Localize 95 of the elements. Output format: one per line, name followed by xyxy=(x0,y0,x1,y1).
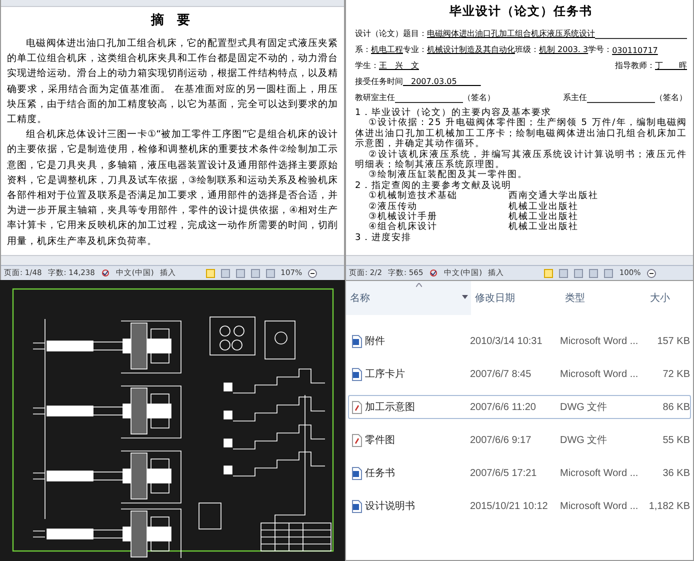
file-size: 72 KB xyxy=(662,368,690,380)
field-label: （签名） xyxy=(655,92,687,103)
abstract-paragraph: 电磁阀体进出油口孔加工组合机床，它的配置型式具有固定式液压夹紧的单工位组合机床，这类组合机床夹具和工作台都是固定不动的，动力滑台实现进给运动。滑台上的动力箱实现切削运动，根据工件结构特点，以及精确要求，采用结合面为定值基准面。 在基准面对应的另一圆柱面上，用压块压紧，由于结合面的加工精度较高，以它为基面，完全可以达到要求的加工精度。 xyxy=(7,37,338,128)
view-mode-icon[interactable] xyxy=(574,268,584,278)
proofing-icon[interactable] xyxy=(100,269,110,277)
modified-date: 2007/6/6 11:20 xyxy=(470,402,537,412)
column-header[interactable]: 名称 xyxy=(346,281,471,315)
file-type: Microsoft Word ... xyxy=(560,336,640,346)
field-label: 指导教师： xyxy=(615,60,655,71)
sort-icon xyxy=(416,283,422,287)
reference-publisher: 机械工业出版社 xyxy=(508,212,580,222)
column-header[interactable]: 类型 xyxy=(561,281,646,315)
file-row[interactable]: 附件 2010/3/14 10:31 Microsoft Word ... 157 KB xyxy=(348,329,691,353)
requirement-text: ②设计该机床液压系统，并编写其液压系统设计计算说明书；液压元件明细表；绘制其液压系统原理图。 xyxy=(355,150,687,170)
file-type: Microsoft Word ... xyxy=(560,468,640,478)
section-heading: 3．进度安排 xyxy=(355,232,413,244)
file-row[interactable]: 工序卡片 2007/6/7 8:45 Microsoft Word ... 72 KB xyxy=(348,362,691,386)
view-mode-icon[interactable] xyxy=(206,268,215,278)
reference-title: ②液压传动 xyxy=(368,202,418,212)
reference-publisher: 机械工业出版社 xyxy=(508,202,580,212)
file-name: 加工示意图 xyxy=(365,400,415,414)
proofing-icon[interactable] xyxy=(429,269,438,277)
file-size: 157 KB xyxy=(656,336,690,346)
field-value: 机电工程 xyxy=(371,44,403,55)
view-mode-icon[interactable] xyxy=(559,268,568,278)
file-name: 任务书 xyxy=(365,466,395,480)
field-label: 学号： xyxy=(588,44,612,55)
reference-title: ③机械设计手册 xyxy=(368,212,439,222)
field-value: 2007.03.05 xyxy=(410,76,458,87)
document-icon xyxy=(352,466,362,480)
dropdown-icon[interactable] xyxy=(462,295,468,299)
field-label: 设计（论文）题目： xyxy=(355,28,427,39)
task-title: 毕业设计（论文）任务书 xyxy=(448,3,594,20)
document-icon xyxy=(352,368,362,380)
view-mode-icon[interactable] xyxy=(220,268,230,278)
file-row[interactable]: 设计说明书 2015/10/21 10:12 Microsoft Word ... 1,182 KB xyxy=(348,494,691,518)
modified-date: 2007/6/6 9:17 xyxy=(470,434,532,446)
reference-title: ④组合机床设计 xyxy=(368,222,439,232)
modified-date: 2010/3/14 10:31 xyxy=(470,336,544,346)
modified-date: 2007/6/7 8:45 xyxy=(470,368,532,380)
view-mode-icon[interactable] xyxy=(250,268,260,278)
view-mode-icon[interactable] xyxy=(266,268,275,278)
field-value: 机制 2003. 3 xyxy=(539,44,588,55)
column-header[interactable]: 大小 xyxy=(646,281,691,315)
section-heading: 2．指定查阅的主要参考文献及说明 xyxy=(355,180,513,191)
file-type: DWG 文件 xyxy=(560,400,608,414)
field-value: 机械设计制造及其自动化 xyxy=(427,44,515,55)
reference-title: ①机械制造技术基础 xyxy=(368,191,459,202)
file-row[interactable]: 加工示意图 2007/6/6 11:20 DWG 文件 86 KB xyxy=(348,395,691,419)
section-heading: 1．毕业设计（论文）的主要内容及基本要求 xyxy=(355,108,552,118)
file-type: DWG 文件 xyxy=(560,434,608,447)
file-size: 55 KB xyxy=(662,434,690,446)
field-label: 专业： xyxy=(403,44,427,55)
file-name: 工序卡片 xyxy=(365,368,405,381)
view-mode-icon[interactable] xyxy=(236,268,245,278)
field-value: 王 兴 文 xyxy=(379,60,419,71)
file-name: 附件 xyxy=(365,335,385,348)
reference-publisher: 西南交通大学出版社 xyxy=(508,191,600,202)
field-label: 系： xyxy=(355,44,371,55)
abstract-paragraph: 组合机床总体设计三图一卡①“被加工零件工序图”它是组合机床的设计的主要依据，它是制造使用，检修和调整机床的重要技术条件②绘制加工示意图，它是刀具夹具，多轴箱，液压电器装置设计及通用部件选择主要原始资料，它是调整机床，刀具及试车依据，③绘制联系和运动关系及检验机床各部件相对于位置及联系是否满足加工要求，通用部件的选择是否合适，并为进一步开展主轴箱，夹具等专用部件，零件的设计提供依据，④相对生产率计算卡，它用来反映机床的加工过程，完成这一动作所需要的时间，切削用量，机床生产率及机床负荷率。 xyxy=(7,128,338,249)
file-type: Microsoft Word ... xyxy=(560,368,640,380)
file-name: 设计说明书 xyxy=(365,500,415,513)
file-row[interactable]: 任务书 2007/6/5 17:21 Microsoft Word ... 36 KB xyxy=(348,461,691,485)
zoom-out-icon[interactable] xyxy=(646,268,656,278)
file-type: Microsoft Word ... xyxy=(560,500,640,512)
field-label: 系主任 xyxy=(563,92,587,103)
field-label: 班级： xyxy=(515,44,539,55)
view-mode-icon[interactable] xyxy=(544,268,554,278)
abstract-title: 摘 要 xyxy=(150,12,195,29)
modified-date: 2015/10/21 10:12 xyxy=(470,500,549,512)
field-value: 030110717 xyxy=(612,46,658,55)
view-mode-icon[interactable] xyxy=(589,268,598,278)
requirement-text: ①设计依据：25 升电磁阀体零件图；生产纲领 5 万件/年，编制电磁阀体进出油口孔加工机械加工工序卡；绘制电磁阀体进出油口孔组合机床加工示意图，并确定其动作循环。 xyxy=(355,118,687,150)
drawing-file-icon xyxy=(352,400,362,414)
modified-date: 2007/6/5 17:21 xyxy=(470,468,538,478)
field-label: 接受任务时间 xyxy=(355,76,403,87)
file-row[interactable]: 零件图 2007/6/6 9:17 DWG 文件 55 KB xyxy=(348,428,691,452)
file-size: 36 KB xyxy=(662,468,690,478)
zoom-out-icon[interactable] xyxy=(308,268,318,278)
horizontal-scrollbar[interactable] xyxy=(1,255,344,265)
field-label: 学生： xyxy=(355,60,379,71)
field-label: 教研室主任 xyxy=(355,92,395,103)
drawing-file-icon xyxy=(352,434,362,446)
file-size: 86 KB xyxy=(662,402,690,412)
document-icon xyxy=(352,500,362,512)
document-icon xyxy=(352,334,362,348)
horizontal-scrollbar[interactable] xyxy=(346,255,693,265)
view-mode-icon[interactable] xyxy=(604,268,614,278)
requirement-text: ③绘制液压缸装配图及其一零件图。 xyxy=(368,170,529,180)
file-size: 1,182 KB xyxy=(648,500,690,512)
reference-publisher: 机械工业出版社 xyxy=(508,222,580,233)
column-header[interactable]: 修改日期 xyxy=(471,281,561,315)
field-value: 丁 晖 xyxy=(655,60,687,71)
file-name: 零件图 xyxy=(365,434,395,447)
field-value: 电磁阀体进出油口孔加工组合机床液压系统设计 xyxy=(427,28,595,39)
